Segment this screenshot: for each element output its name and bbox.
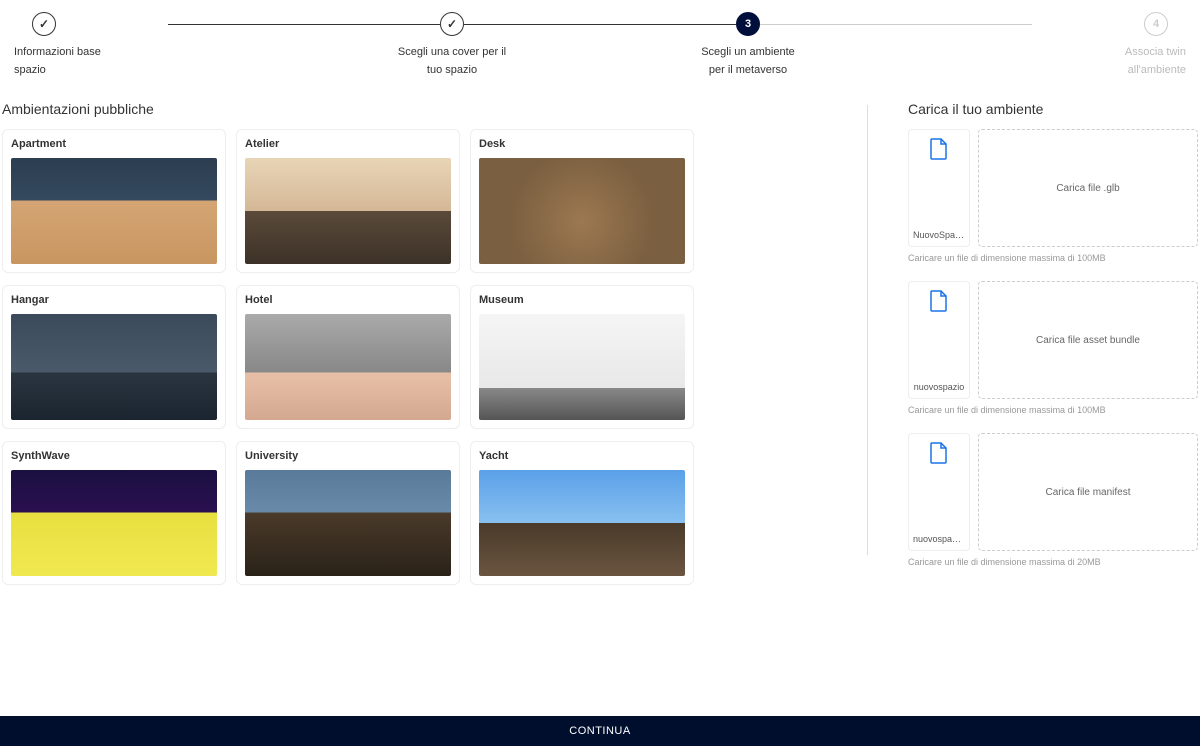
- uploaded-file-manifest[interactable]: nuovospazio....: [908, 433, 970, 551]
- drop-zone-asset-bundle[interactable]: Carica file asset bundle: [978, 281, 1198, 399]
- step-2[interactable]: Scegli una cover per il tuo spazio: [304, 12, 600, 79]
- card-image: [245, 470, 451, 576]
- drop-zone-glb[interactable]: Carica file .glb: [978, 129, 1198, 247]
- step-3[interactable]: 3 Scegli un ambiente per il metaverso: [600, 12, 896, 79]
- step-4[interactable]: 4 Associa twin all'ambiente: [896, 12, 1192, 79]
- step-label: Informazioni base spazio: [14, 44, 124, 79]
- step-connector: [760, 24, 1032, 25]
- card-image: [11, 470, 217, 576]
- card-image: [479, 314, 685, 420]
- file-icon: [930, 290, 948, 312]
- card-title: SynthWave: [11, 450, 217, 462]
- main-content: Ambientazioni pubbliche Apartment Atelie…: [0, 87, 1200, 595]
- environment-card-hotel[interactable]: Hotel: [236, 285, 460, 429]
- continue-button[interactable]: CONTINUA: [0, 716, 1200, 746]
- drop-label: Carica file asset bundle: [1036, 335, 1140, 346]
- card-image: [245, 314, 451, 420]
- environment-card-apartment[interactable]: Apartment: [2, 129, 226, 273]
- card-title: Desk: [479, 138, 685, 150]
- card-image: [479, 158, 685, 264]
- check-icon: [440, 12, 464, 36]
- public-environments-heading: Ambientazioni pubbliche: [2, 101, 837, 117]
- upload-hint: Caricare un file di dimensione massima d…: [908, 253, 1198, 263]
- upload-asset-bundle-row: nuovospazio Carica file asset bundle: [908, 281, 1198, 399]
- environment-card-atelier[interactable]: Atelier: [236, 129, 460, 273]
- file-icon: [930, 138, 948, 160]
- stepper: Informazioni base spazio Scegli una cove…: [0, 0, 1200, 87]
- drop-label: Carica file manifest: [1045, 487, 1130, 498]
- upload-hint: Caricare un file di dimensione massima d…: [908, 557, 1198, 567]
- card-image: [245, 158, 451, 264]
- file-icon: [930, 442, 948, 464]
- vertical-divider: [867, 105, 868, 555]
- public-environments-panel: Ambientazioni pubbliche Apartment Atelie…: [2, 87, 837, 595]
- card-image: [11, 158, 217, 264]
- card-title: Hangar: [11, 294, 217, 306]
- file-name: nuovospazio: [913, 382, 965, 392]
- drop-label: Carica file .glb: [1056, 183, 1119, 194]
- step-connector: [168, 24, 440, 25]
- card-image: [479, 470, 685, 576]
- card-title: Hotel: [245, 294, 451, 306]
- step-number: 3: [736, 12, 760, 36]
- uploaded-file-glb[interactable]: NuovoSpazio...: [908, 129, 970, 247]
- card-title: Museum: [479, 294, 685, 306]
- card-image: [11, 314, 217, 420]
- step-connector: [464, 24, 736, 25]
- file-name: nuovospazio....: [913, 534, 965, 544]
- upload-heading: Carica il tuo ambiente: [908, 101, 1198, 117]
- upload-hint: Caricare un file di dimensione massima d…: [908, 405, 1198, 415]
- card-title: Apartment: [11, 138, 217, 150]
- step-1[interactable]: Informazioni base spazio: [8, 12, 304, 79]
- environment-card-university[interactable]: University: [236, 441, 460, 585]
- file-name: NuovoSpazio...: [913, 230, 965, 240]
- uploaded-file-asset-bundle[interactable]: nuovospazio: [908, 281, 970, 399]
- continue-label: CONTINUA: [569, 725, 630, 737]
- environment-card-hangar[interactable]: Hangar: [2, 285, 226, 429]
- check-icon: [32, 12, 56, 36]
- drop-zone-manifest[interactable]: Carica file manifest: [978, 433, 1198, 551]
- step-label: Scegli un ambiente per il metaverso: [693, 44, 803, 79]
- card-title: Atelier: [245, 138, 451, 150]
- upload-manifest-row: nuovospazio.... Carica file manifest: [908, 433, 1198, 551]
- environment-card-synthwave[interactable]: SynthWave: [2, 441, 226, 585]
- environment-card-desk[interactable]: Desk: [470, 129, 694, 273]
- upload-panel: Carica il tuo ambiente NuovoSpazio... Ca…: [908, 87, 1198, 595]
- card-title: Yacht: [479, 450, 685, 462]
- environment-card-museum[interactable]: Museum: [470, 285, 694, 429]
- step-label: Scegli una cover per il tuo spazio: [397, 44, 507, 79]
- card-title: University: [245, 450, 451, 462]
- step-label: Associa twin all'ambiente: [1076, 44, 1186, 79]
- step-number: 4: [1144, 12, 1168, 36]
- environment-card-yacht[interactable]: Yacht: [470, 441, 694, 585]
- upload-glb-row: NuovoSpazio... Carica file .glb: [908, 129, 1198, 247]
- environment-grid: Apartment Atelier Desk Hangar Hotel Muse…: [2, 129, 837, 585]
